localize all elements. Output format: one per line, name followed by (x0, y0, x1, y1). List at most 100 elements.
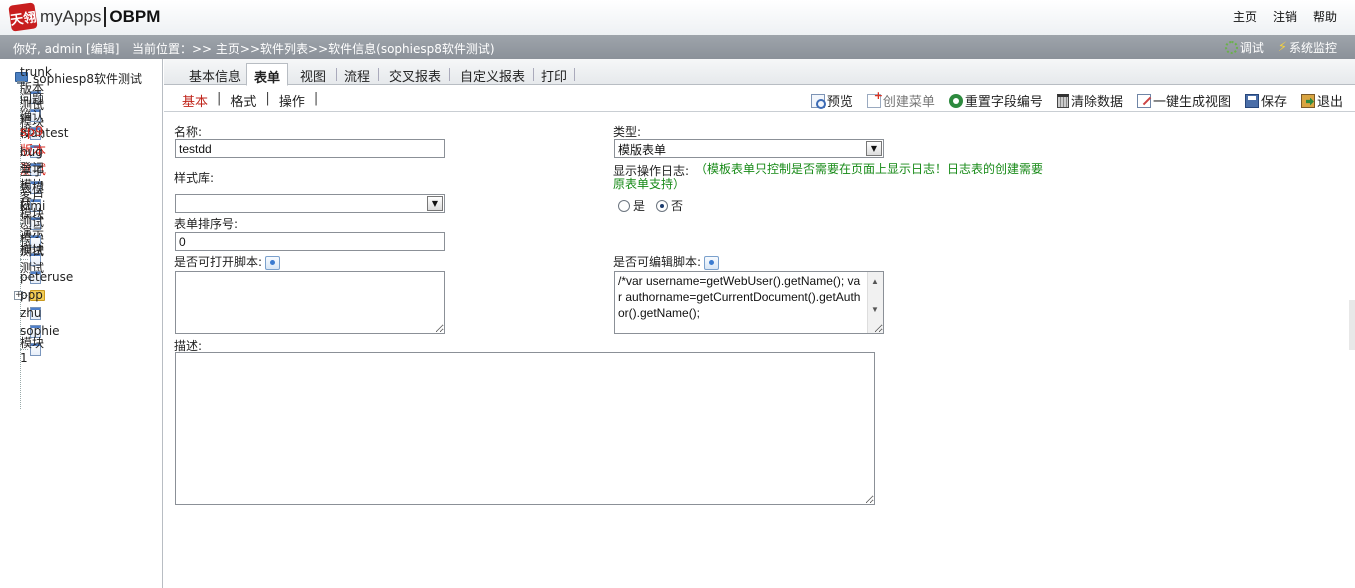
edit-script-textarea[interactable]: /*var username=getWebUser().getName(); v… (614, 271, 884, 334)
chevron-down-icon[interactable]: ▼ (427, 196, 443, 211)
main-tabs: 基本信息 表单 视图 流程 交叉报表 自定义报表 打印 (164, 59, 1355, 86)
home-link[interactable]: 主页 (1233, 8, 1257, 25)
tab-divider (533, 68, 534, 81)
trash-icon (1056, 93, 1069, 108)
clear-data-button[interactable]: 清除数据 (1056, 91, 1123, 110)
exit-button[interactable]: 退出 (1300, 91, 1343, 110)
chevron-down-icon[interactable]: ▼ (866, 141, 882, 156)
textarea-scrollbar[interactable]: ▲ ▼ (867, 272, 883, 333)
description-textarea[interactable] (175, 352, 875, 505)
style-library-select[interactable]: ▼ (175, 194, 445, 213)
edit-script-label: 是否可编辑脚本: (613, 253, 720, 270)
open-script-textarea[interactable] (175, 271, 445, 334)
save-label: 保存 (1260, 95, 1287, 110)
sub-toolbar: 基本 | 格式 | 操作 | 预览 创建菜单 重置字段编号 清除数据 一键生成视… (164, 86, 1355, 112)
tab-flow[interactable]: 流程 (341, 63, 373, 85)
generate-view-label: 一键生成视图 (1152, 95, 1231, 110)
tab-basic-info[interactable]: 基本信息 (177, 63, 253, 85)
tree-item[interactable]: peteruse (20, 268, 73, 286)
refresh-icon (948, 93, 963, 108)
scroll-up-icon[interactable]: ▲ (871, 274, 879, 290)
status-bar: 你好, admin [编辑] 当前位置：>> 主页>>软件列表>>软件信息(so… (0, 35, 1355, 59)
open-script-label: 是否可打开脚本: (174, 253, 281, 270)
tree-item[interactable]: 测试测试 (20, 244, 49, 275)
logo-product-name: OBPM (109, 6, 161, 26)
type-select[interactable]: 模版表单 ▼ (614, 139, 884, 158)
operation-log-radios: 是 否 (618, 197, 683, 214)
debug-icon (1224, 41, 1238, 54)
tree-item-label: peteruse (20, 270, 74, 284)
help-link[interactable]: 帮助 (1313, 8, 1337, 25)
tree-item-label: ppp (20, 288, 43, 302)
logo-mark: 天翎 (8, 2, 38, 32)
tree-item[interactable]: + ppp (14, 286, 51, 304)
logo-app-name: myApps (40, 6, 102, 26)
scroll-down-icon[interactable]: ▼ (871, 302, 879, 318)
reset-field-numbers-label: 重置字段编号 (964, 95, 1043, 110)
exit-icon (1300, 93, 1315, 108)
preview-icon (810, 93, 826, 109)
script-editor-icon[interactable] (265, 255, 281, 270)
edit-script-value: /*var username=getWebUser().getName(); v… (618, 274, 861, 320)
operation-log-note: （模板表单只控制是否需要在页面上显示日志！日志表的创建需要原表单支持） (613, 162, 1044, 191)
tab-print[interactable]: 打印 (538, 63, 570, 85)
tab-custom-report[interactable]: 自定义报表 (455, 63, 530, 85)
debug-button[interactable]: 调试 (1224, 39, 1264, 56)
subtab-separator: | (265, 91, 270, 106)
edit-script-label-text: 是否可编辑脚本: (613, 255, 702, 269)
exit-label: 退出 (1316, 95, 1343, 110)
system-monitor-button[interactable]: ⚡ 系统监控 (1278, 39, 1337, 56)
tab-divider (336, 68, 337, 81)
open-script-label-text: 是否可打开脚本: (174, 255, 263, 269)
create-menu-label: 创建菜单 (882, 95, 935, 110)
user-greeting[interactable]: 你好, admin [编辑] (13, 40, 119, 57)
tab-cross-report[interactable]: 交叉报表 (384, 63, 446, 85)
subtab-format[interactable]: 格式 (230, 91, 256, 110)
tab-divider (378, 68, 379, 81)
module-tree: sophiesp8软件测试 trunk版本测试模块问题确认模块ivantests… (0, 59, 163, 588)
name-input[interactable] (175, 139, 445, 158)
tree-item-label: 模块1 (20, 335, 45, 365)
tab-view[interactable]: 视图 (295, 63, 331, 85)
script-editor-icon[interactable] (704, 255, 720, 270)
tab-form[interactable]: 表单 (246, 63, 288, 86)
subtab-separator: | (313, 91, 319, 106)
system-monitor-label: 系统监控 (1288, 41, 1337, 55)
log-yes-radio[interactable] (618, 199, 630, 212)
logo-text: myApps OBPM (40, 7, 160, 28)
subtab-separator: | (217, 91, 222, 106)
generate-view-button[interactable]: 一键生成视图 (1136, 91, 1231, 110)
type-label: 类型: (613, 125, 642, 139)
preview-label: 预览 (826, 95, 853, 110)
preview-button[interactable]: 预览 (810, 91, 853, 110)
logout-link[interactable]: 注销 (1273, 8, 1297, 25)
subtab-operation[interactable]: 操作 (279, 91, 305, 110)
clear-data-label: 清除数据 (1070, 95, 1123, 110)
top-header: 天翎 myApps OBPM 主页 注销 帮助 (0, 0, 1355, 35)
save-icon (1244, 93, 1259, 108)
new-document-icon (866, 89, 883, 108)
lightning-icon: ⚡ (1277, 40, 1287, 55)
name-label: 名称: (174, 125, 203, 139)
save-button[interactable]: 保存 (1244, 91, 1287, 110)
sort-order-label: 表单排序号: (174, 217, 239, 231)
tree-item[interactable]: zhu (20, 304, 49, 322)
edit-pen-icon (1136, 93, 1151, 108)
tab-divider (574, 68, 575, 81)
tree-item[interactable]: 模块1 (20, 336, 49, 365)
page-scrollbar[interactable] (1349, 300, 1355, 350)
sort-order-input[interactable] (175, 232, 445, 251)
create-menu-button[interactable]: 创建菜单 (866, 89, 935, 110)
type-select-value: 模版表单 (618, 143, 667, 157)
log-no-radio[interactable] (656, 199, 669, 212)
subtab-basic[interactable]: 基本 (182, 91, 208, 110)
logo-divider (104, 7, 107, 28)
log-no-label: 否 (671, 199, 684, 213)
reset-field-numbers-button[interactable]: 重置字段编号 (948, 91, 1043, 110)
sub-tabs: 基本 | 格式 | 操作 | (182, 91, 327, 110)
status-actions: 调试 ⚡ 系统监控 (1224, 39, 1337, 56)
breadcrumb: 当前位置：>> 主页>>软件列表>>软件信息(sophiesp8软件测试) (132, 42, 495, 56)
top-links: 主页 注销 帮助 (1233, 8, 1337, 25)
app-logo: 天翎 myApps OBPM (8, 2, 160, 32)
tree-item[interactable]: 问题确认模块 (20, 92, 49, 140)
